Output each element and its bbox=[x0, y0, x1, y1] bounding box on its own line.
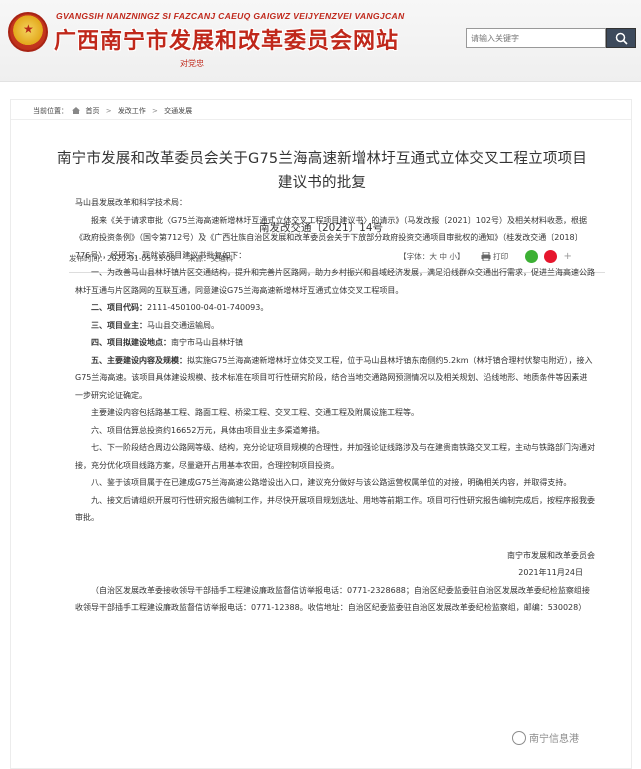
breadcrumb-separator: > bbox=[152, 107, 158, 115]
breadcrumb: 当前位置： 首页 > 发改工作 > 交通发展 bbox=[33, 106, 192, 116]
article-body: 马山县发展改革和科学技术局： 报来《关于请求审批〈G75兰海高速新增林圩互通式立… bbox=[75, 194, 595, 617]
star-icon: ★ bbox=[23, 22, 34, 36]
item-label: 四、项目拟建设地点： bbox=[91, 338, 171, 347]
paragraph: 二、项目代码：2111-450100-04-01-740093。 bbox=[75, 299, 595, 317]
watermark-logo-icon bbox=[512, 731, 526, 745]
paragraph: 八、鉴于该项目属于在已建成G75兰海高速公路增设出入口，建议充分做好与该公路运营… bbox=[91, 478, 572, 487]
paragraph: 三、项目业主：马山县交通运输局。 bbox=[75, 317, 595, 335]
paragraph: 报来《关于请求审批〈G75兰海高速新增林圩互通式立体交叉工程项目建议书〉的请示》… bbox=[75, 215, 588, 260]
project-code: 2111-450100-04-01-740093。 bbox=[147, 303, 269, 312]
divider bbox=[11, 119, 631, 120]
site-header: ★ GVANGSIH NANZNINGZ SI FAZCANJ CAEUQ GA… bbox=[0, 0, 641, 82]
breadcrumb-label: 当前位置： bbox=[33, 107, 68, 115]
paragraph: 一、为改善马山县林圩镇片区交通结构，提升和完善片区路网，助力乡村振兴和县域经济发… bbox=[75, 268, 595, 295]
project-location: 南宁市马山县林圩镇 bbox=[171, 338, 243, 347]
signature-date: 2021年11月24日 bbox=[518, 568, 583, 577]
paragraph: 四、项目拟建设地点：南宁市马山县林圩镇 bbox=[75, 334, 595, 352]
breadcrumb-item-transport[interactable]: 交通发展 bbox=[164, 107, 192, 115]
site-subtitle: GVANGSIH NANZNINGZ SI FAZCANJ CAEUQ GAIG… bbox=[56, 11, 405, 21]
signature: 南宁市发展和改革委员会 bbox=[507, 550, 595, 560]
search-icon bbox=[615, 32, 628, 45]
breadcrumb-separator: > bbox=[105, 107, 112, 115]
paragraph: 主要建设内容包括路基工程、路面工程、桥梁工程、交叉工程、交通工程及附属设施工程等… bbox=[91, 408, 419, 417]
footer-note: （自治区发展改革委接收领导干部插手工程建设廉政监督信访举报电话：0771-232… bbox=[75, 585, 590, 613]
watermark: 南宁信息港 bbox=[512, 730, 579, 745]
item-label: 三、项目业主： bbox=[91, 320, 147, 330]
slogan: 对党忠 bbox=[180, 59, 204, 68]
paragraph: 六、项目估算总投资约16652万元，具体由项目业主多渠道筹措。 bbox=[91, 425, 325, 435]
project-owner: 马山县交通运输局。 bbox=[147, 320, 219, 330]
page-title: 南宁市发展和改革委员会关于G75兰海高速新增林圩互通式立体交叉工程立项项目建议书… bbox=[56, 151, 588, 191]
item-label: 二、项目代码： bbox=[91, 303, 147, 312]
breadcrumb-item-reform[interactable]: 发改工作 bbox=[118, 107, 146, 115]
paragraph: 七、下一阶段结合周边公路网等级、结构，充分论证项目规模的合理性，并加强论证线路涉… bbox=[75, 443, 595, 470]
watermark-text: 南宁信息港 bbox=[529, 734, 579, 745]
breadcrumb-item-home[interactable]: 首页 bbox=[85, 107, 99, 115]
paragraph: 九、接文后请组织开展可行性研究报告编制工作，并尽快开展项目规划选址、用地等前期工… bbox=[75, 495, 595, 523]
site-emblem-icon[interactable]: ★ bbox=[8, 12, 48, 52]
item-label: 五、主要建设内容及规模： bbox=[91, 355, 187, 365]
paragraph: 五、主要建设内容及规模：拟实施G75兰海高速新增林圩立体交叉工程，位于马山县林圩… bbox=[75, 352, 595, 405]
site-title[interactable]: 广西南宁市发展和改革委员会网站 bbox=[54, 23, 399, 55]
addressee: 马山县发展改革和科学技术局： bbox=[75, 198, 187, 207]
home-icon bbox=[72, 107, 81, 114]
search-input[interactable]: 请输入关键字 bbox=[466, 28, 606, 48]
search-button[interactable] bbox=[606, 28, 636, 48]
